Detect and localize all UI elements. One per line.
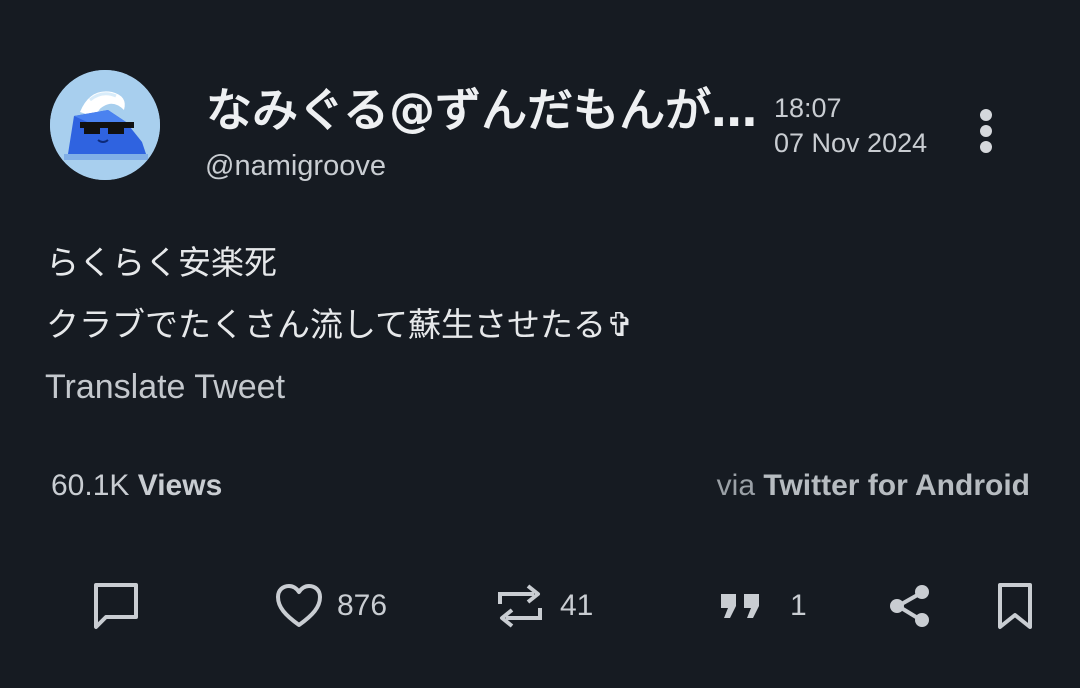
- quote-count: 1: [790, 589, 807, 622]
- more-vertical-icon: [980, 109, 992, 153]
- reply-icon: [92, 581, 142, 631]
- tweet-time: 18:07: [774, 93, 842, 123]
- share-button[interactable]: [888, 580, 932, 632]
- views-label: Views: [137, 469, 223, 502]
- retweet-button[interactable]: 41: [494, 580, 593, 632]
- reply-button[interactable]: [92, 580, 142, 632]
- tweet-date: 07 Nov 2024: [774, 128, 928, 158]
- like-button[interactable]: 876: [275, 580, 387, 632]
- translate-tweet-link[interactable]: Translate Tweet: [45, 366, 285, 408]
- tweet-text: らくらく安楽死 クラブでたくさん流して蘇生させたる✞: [46, 232, 634, 356]
- avatar-image: [50, 70, 160, 180]
- tweet-text-line: クラブでたくさん流して蘇生させたる✞: [46, 305, 634, 344]
- tweet-source: via Twitter for Android: [717, 468, 1030, 504]
- quote-icon: [718, 590, 764, 622]
- like-count: 876: [337, 589, 388, 622]
- retweet-icon: [494, 582, 546, 630]
- display-name[interactable]: なみぐる@ずんだもんが…: [206, 82, 774, 138]
- heart-icon: [275, 583, 323, 629]
- bookmark-button[interactable]: [996, 580, 1034, 632]
- quote-button[interactable]: 1: [718, 580, 807, 632]
- more-options-button[interactable]: [962, 104, 1010, 160]
- user-handle[interactable]: @namigroove: [205, 148, 386, 184]
- views-count: 60.1K Views: [51, 468, 222, 504]
- bookmark-icon: [996, 581, 1034, 631]
- retweet-count: 41: [560, 589, 594, 622]
- share-icon: [888, 583, 932, 629]
- avatar[interactable]: [50, 70, 160, 180]
- source-app: Twitter for Android: [763, 469, 1030, 502]
- views-number: 60.1K: [51, 469, 130, 502]
- via-prefix: via: [716, 469, 756, 502]
- tweet-text-line: らくらく安楽死: [46, 243, 277, 282]
